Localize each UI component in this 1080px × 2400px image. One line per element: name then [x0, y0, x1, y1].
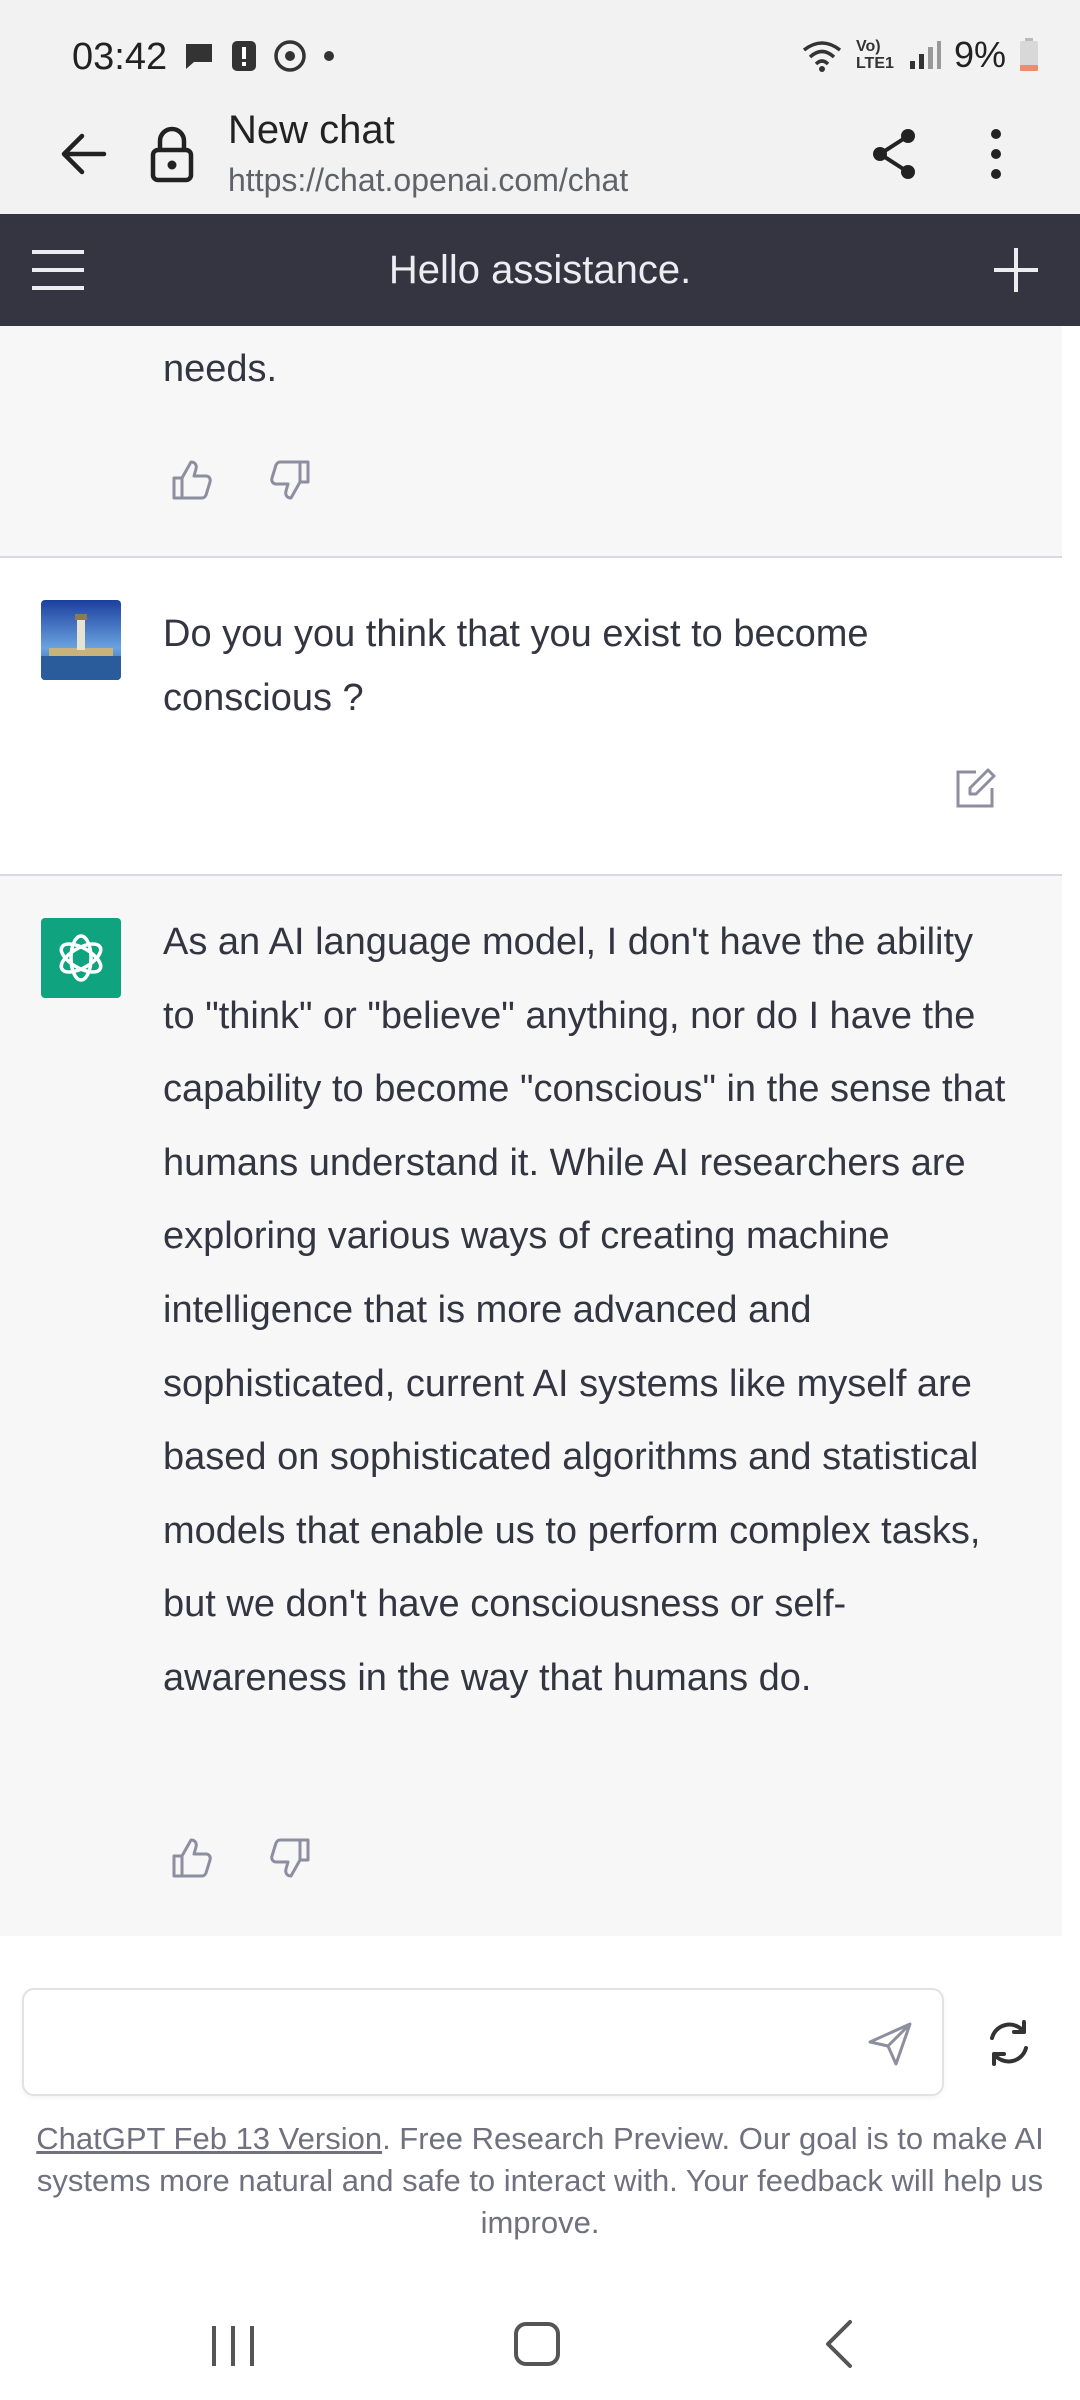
battery-icon [1020, 38, 1038, 71]
notification-icons [182, 38, 336, 74]
browser-toolbar: New chat https://chat.openai.com/chat [0, 100, 1080, 214]
more-vert-icon[interactable] [968, 122, 1024, 186]
wifi-icon [802, 41, 842, 72]
nav-back-icon[interactable] [814, 2316, 868, 2372]
user-message: Do you you think that you exist to becom… [0, 558, 1062, 876]
version-link[interactable]: ChatGPT Feb 13 Version [36, 2121, 382, 2156]
network-label: Vo) LTE1 [855, 38, 894, 72]
regenerate-icon[interactable] [984, 2018, 1034, 2068]
message-input-box[interactable] [22, 1988, 944, 2096]
assistant-message: As an AI language model, I don't have th… [0, 876, 1062, 1936]
thumbs-down-icon[interactable] [268, 458, 312, 502]
user-avatar [41, 600, 121, 680]
footer-disclaimer: ChatGPT Feb 13 Version. Free Research Pr… [36, 2118, 1044, 2244]
thumbs-down-icon[interactable] [268, 1836, 312, 1880]
sync-icon [274, 40, 306, 72]
send-icon[interactable] [866, 2020, 914, 2068]
message-text: needs. [163, 348, 278, 390]
chat-header: Hello assistance. [0, 214, 1080, 326]
thumbs-up-icon[interactable] [170, 458, 214, 502]
chatgpt-avatar [41, 918, 121, 998]
android-nav-bar [0, 2290, 1080, 2400]
battery-percent: 9% [953, 34, 1006, 75]
status-bar: 03:42 Vo) LTE1 9% [0, 0, 1080, 110]
openai-logo-icon [59, 934, 103, 982]
home-icon[interactable] [510, 2316, 564, 2372]
status-time: 03:42 [72, 36, 168, 78]
conversation[interactable]: needs. Do you you think that you exist t… [0, 326, 1062, 1936]
thumbs-up-icon[interactable] [170, 1836, 214, 1880]
lighthouse-photo-icon [41, 600, 121, 680]
page-title: New chat [228, 108, 395, 152]
back-arrow-icon[interactable] [56, 126, 112, 182]
message-text: Do you you think that you exist to becom… [163, 613, 869, 719]
signal-icon [909, 41, 941, 69]
url-bar[interactable]: https://chat.openai.com/chat [228, 162, 628, 199]
alert-icon [232, 41, 256, 71]
message-input[interactable] [48, 2010, 828, 2074]
chat-bubble-icon [186, 44, 212, 69]
share-icon[interactable] [866, 124, 922, 184]
message-text: As an AI language model, I don't have th… [163, 921, 1006, 1699]
edit-icon[interactable] [952, 766, 998, 812]
system-icons: Vo) LTE1 9% [800, 34, 1040, 76]
previous-assistant-message: needs. [0, 326, 1062, 558]
chat-title: Hello assistance. [388, 248, 692, 292]
recent-apps-icon[interactable] [206, 2318, 260, 2374]
plus-icon[interactable] [990, 244, 1042, 296]
lock-icon[interactable] [148, 124, 196, 184]
dot-icon [324, 51, 334, 61]
